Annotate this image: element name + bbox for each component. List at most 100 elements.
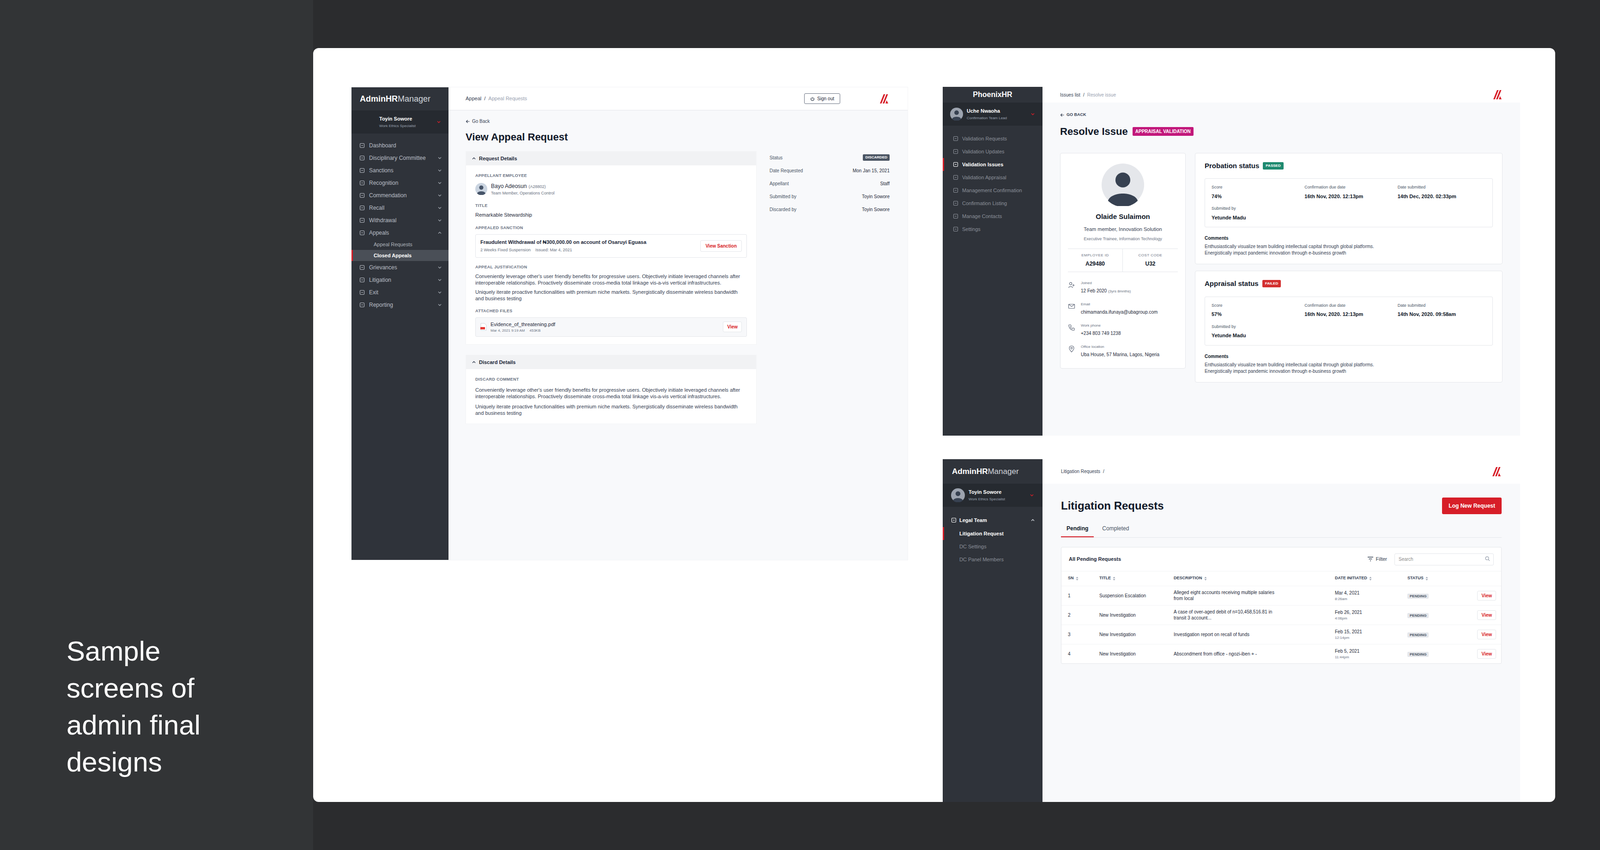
user-menu[interactable]: Uche NwaohaConfirmation Team Lead bbox=[942, 102, 1043, 126]
sidebar-item[interactable]: Exit bbox=[351, 285, 449, 299]
status-field: Score74% bbox=[1211, 184, 1300, 200]
brand-light: Manager bbox=[397, 92, 431, 106]
sidebar-item-label: Recall bbox=[369, 203, 434, 213]
column-header[interactable]: SN bbox=[1067, 575, 1100, 582]
contact-value: Uba House, 57 Marina, Lagos, Nigeria bbox=[1080, 351, 1160, 358]
breadcrumb-item[interactable]: Issues list bbox=[1060, 91, 1081, 99]
appeal-screen: AdminHRManagerToyin SoworeWork Ethics Sp… bbox=[351, 86, 909, 561]
legal-icon bbox=[951, 517, 957, 523]
summary-row: Discarded byToyin Sowore bbox=[769, 202, 890, 216]
cell-sn: 2 bbox=[1067, 611, 1100, 619]
employee-profile-card: Olaide SulaimonTeam member, Innovation S… bbox=[1060, 152, 1186, 370]
sidebar-item[interactable]: Confirmation Listing bbox=[942, 196, 1043, 210]
go-back-link[interactable]: Go Back bbox=[465, 117, 891, 125]
view-button[interactable]: View bbox=[1477, 629, 1497, 640]
summary-label: Status bbox=[769, 154, 783, 162]
sidebar-entry: Recognition bbox=[351, 176, 449, 189]
menu-icon bbox=[952, 213, 959, 219]
cell-date: Mar 4, 2021 bbox=[1334, 589, 1408, 597]
sidebar-subitem[interactable]: Appeal Requests bbox=[351, 238, 449, 250]
column-label: DATE INITIATED bbox=[1334, 575, 1368, 582]
field-value: Yetunde Madu bbox=[1211, 213, 1486, 222]
sidebar-item[interactable]: Validation Requests bbox=[942, 132, 1043, 146]
field-label: Score bbox=[1211, 184, 1300, 191]
breadcrumb-item[interactable]: Appeal bbox=[465, 94, 482, 103]
appellant-name: Bayo Adeosun bbox=[490, 181, 527, 191]
sidebar-item-label: Validation Updates bbox=[962, 147, 1005, 156]
panel-heading: Discard Details bbox=[478, 358, 516, 367]
breadcrumb-item[interactable]: / bbox=[484, 94, 486, 103]
user-menu[interactable]: Toyin SoworeWork Ethics Specialist bbox=[942, 483, 1043, 507]
sidebar-item[interactable]: Withdrawal bbox=[351, 213, 449, 227]
sidebar-item[interactable]: Validation Issues bbox=[942, 157, 1043, 171]
panel-heading: Request Details bbox=[478, 154, 518, 163]
panel-header[interactable]: Request Details bbox=[466, 151, 757, 166]
sidebar-item[interactable]: Appeals bbox=[351, 226, 449, 239]
breadcrumb-item[interactable]: / bbox=[1083, 91, 1085, 99]
sidebar-item-label: Validation Requests bbox=[962, 134, 1007, 143]
sidebar-item[interactable]: Litigation bbox=[351, 273, 449, 286]
menu-icon bbox=[359, 205, 365, 211]
search-input[interactable] bbox=[1394, 553, 1494, 566]
sidebar-item[interactable]: Management Confirmation bbox=[942, 183, 1043, 197]
sidebar-item[interactable]: Dashboard bbox=[351, 139, 449, 152]
sidebar-entry: Sanctions bbox=[351, 163, 449, 177]
user-menu[interactable]: Toyin SoworeWork Ethics Specialist bbox=[351, 110, 449, 134]
employee-avatar-icon bbox=[475, 182, 488, 195]
sign-out-button[interactable]: Sign out bbox=[804, 93, 841, 104]
column-header[interactable]: TITLE bbox=[1099, 575, 1174, 582]
view-sanction-button[interactable]: View Sanction bbox=[700, 240, 742, 252]
tab[interactable]: Completed bbox=[1096, 524, 1135, 538]
sidebar-item[interactable]: Settings bbox=[942, 222, 1043, 236]
id-value: U32 bbox=[1145, 259, 1156, 268]
sidebar-item[interactable]: Manage Contacts bbox=[942, 209, 1043, 223]
brand-name: PhoenixHR bbox=[972, 89, 1013, 101]
sidebar-item[interactable]: Recall bbox=[351, 201, 449, 214]
sidebar-entry: Reporting bbox=[351, 298, 449, 311]
column-header[interactable]: DATE INITIATED bbox=[1334, 575, 1408, 582]
chevron-down-icon bbox=[437, 155, 443, 161]
status-badge: PENDING bbox=[1407, 651, 1429, 657]
field-label: Confirmation due date bbox=[1304, 302, 1393, 310]
sidebar-item[interactable]: Grievances bbox=[351, 260, 449, 274]
discard-details-panel: Discard DetailsDISCARD COMMENTConvenient… bbox=[465, 354, 757, 425]
column-header[interactable]: DESCRIPTION bbox=[1173, 575, 1335, 582]
status-details: Score74%Confirmation due date16th Nov, 2… bbox=[1204, 178, 1493, 228]
view-file-button[interactable]: View bbox=[722, 321, 742, 333]
sidebar-group[interactable]: Legal Team bbox=[942, 513, 1043, 528]
sidebar-item[interactable]: Litigation Request bbox=[942, 527, 1043, 540]
filter-button[interactable]: Filter bbox=[1367, 555, 1388, 564]
brand: PhoenixHR bbox=[942, 86, 1043, 103]
panel-header[interactable]: Discard Details bbox=[466, 355, 757, 370]
brand: AdminHRManager bbox=[942, 459, 1043, 484]
sidebar-item[interactable]: Sanctions bbox=[351, 163, 449, 177]
sidebar-item[interactable]: Validation Appraisal bbox=[942, 170, 1043, 184]
sidebar-item[interactable]: Recognition bbox=[351, 176, 449, 189]
view-button[interactable]: View bbox=[1477, 648, 1497, 659]
go-back-link[interactable]: GO BACK bbox=[1060, 111, 1503, 119]
log-new-request-button[interactable]: Log New Request bbox=[1442, 497, 1502, 515]
breadcrumb-item[interactable]: / bbox=[1103, 467, 1105, 475]
tab[interactable]: Pending bbox=[1060, 524, 1094, 538]
status-card: Probation statusPASSEDScore74%Confirmati… bbox=[1194, 152, 1503, 265]
comment-line: Enthusiastically visualize team building… bbox=[1204, 243, 1493, 250]
table-row: 4New InvestigationAbscondment from offic… bbox=[1061, 643, 1502, 664]
sidebar-subitem[interactable]: Closed Appeals bbox=[351, 249, 449, 261]
sidebar-item[interactable]: Reporting bbox=[351, 298, 449, 311]
field-value: Yetunde Madu bbox=[1211, 331, 1486, 340]
sidebar-item[interactable]: Commendation bbox=[351, 188, 449, 202]
sidebar-item[interactable]: Validation Updates bbox=[942, 145, 1043, 158]
column-header[interactable]: STATUS bbox=[1407, 575, 1464, 582]
file-date: Mar 4, 2021 9:19 AM bbox=[490, 327, 525, 334]
view-button[interactable]: View bbox=[1477, 610, 1497, 620]
sidebar-item[interactable]: DC Settings bbox=[942, 539, 1043, 553]
sidebar-item[interactable]: Disciplinary Committee bbox=[351, 151, 449, 164]
panel-body: APPELLANT EMPLOYEEBayo Adeosun(A28802)Te… bbox=[466, 165, 757, 345]
sidebar-item[interactable]: DC Panel Members bbox=[942, 552, 1043, 566]
cell-time: 4:06pm bbox=[1334, 615, 1408, 622]
breadcrumb-item[interactable]: Litigation Requests bbox=[1060, 467, 1101, 475]
bank-logo-icon bbox=[1492, 89, 1503, 100]
sidebar-item-label: Validation Issues bbox=[962, 160, 1004, 169]
view-button[interactable]: View bbox=[1477, 590, 1497, 601]
summary-row: AppellantStaff bbox=[769, 176, 890, 190]
